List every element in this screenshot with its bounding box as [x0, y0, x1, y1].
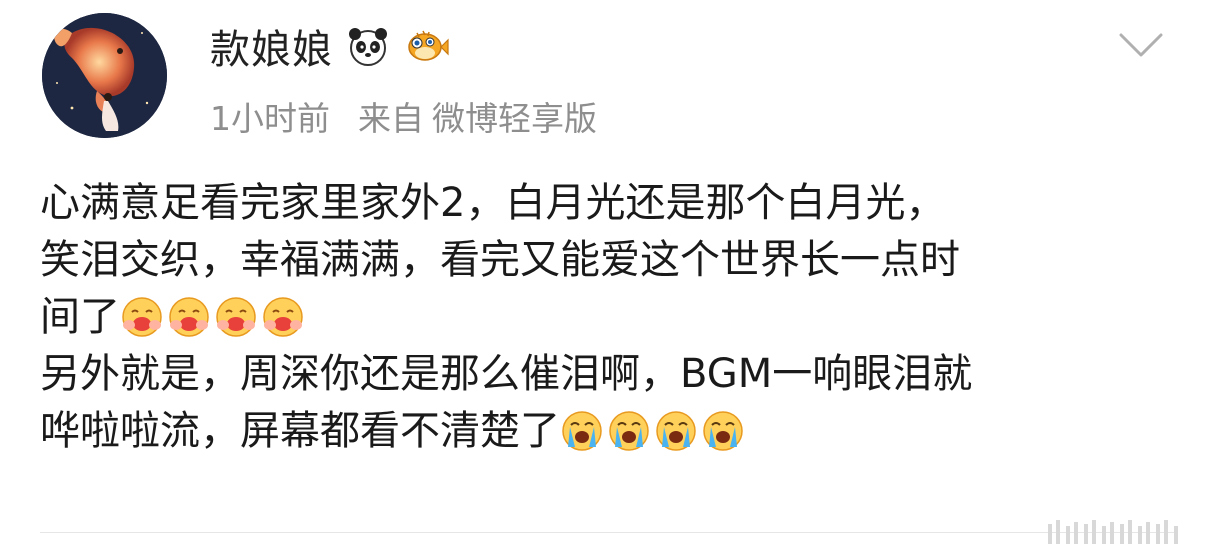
content-line: 笑泪交织，幸福满满，看完又能爱这个世界长一点时	[40, 232, 1190, 289]
content-line: 哗啦啦流，屏幕都看不清楚了	[40, 403, 1190, 460]
hug-emoji-icon	[120, 295, 165, 340]
content-line: 另外就是，周深你还是那么催泪啊，BGM一响眼泪就	[40, 346, 1190, 403]
hug-emoji-icon	[214, 295, 259, 340]
from-label: 来自	[358, 99, 424, 138]
panda-icon	[345, 23, 391, 69]
pufferfish-icon	[403, 23, 449, 69]
avatar-image	[42, 13, 167, 138]
weibo-post: 款娘娘 1小时前 来自 微博轻享版 心满意足看完家里家外2，白月光还是那个白月光…	[0, 0, 1216, 560]
post-time: 1小时前	[210, 99, 330, 138]
content-text: 哗啦啦流，屏幕都看不清楚了	[40, 408, 560, 454]
content-text: 另外就是，周深你还是那么催泪啊，BGM一响眼泪就	[40, 351, 973, 397]
content-line: 间了	[40, 289, 1190, 346]
content-line: 心满意足看完家里家外2，白月光还是那个白月光，	[40, 175, 1190, 232]
post-source[interactable]: 微博轻享版	[432, 92, 597, 140]
content-text: 笑泪交织，幸福满满，看完又能爱这个世界长一点时	[40, 237, 960, 283]
hug-emoji-icon	[167, 295, 212, 340]
post-meta: 1小时前 来自 微博轻享版	[210, 92, 597, 140]
crying-emoji-icon	[607, 409, 652, 454]
avatar[interactable]	[42, 13, 167, 138]
content-text: 心满意足看完家里家外2，白月光还是那个白月光，	[40, 180, 946, 226]
content-text: 间了	[40, 294, 120, 340]
hug-emoji-icon	[261, 295, 306, 340]
crying-emoji-icon	[560, 409, 605, 454]
username[interactable]: 款娘娘	[210, 17, 333, 75]
chevron-down-icon[interactable]	[1118, 30, 1164, 60]
crying-emoji-icon	[654, 409, 699, 454]
watermark-icon	[1040, 512, 1190, 552]
divider	[40, 532, 1176, 533]
crying-emoji-icon	[701, 409, 746, 454]
post-content: 心满意足看完家里家外2，白月光还是那个白月光， 笑泪交织，幸福满满，看完又能爱这…	[40, 175, 1190, 460]
author-row: 款娘娘	[210, 18, 449, 74]
